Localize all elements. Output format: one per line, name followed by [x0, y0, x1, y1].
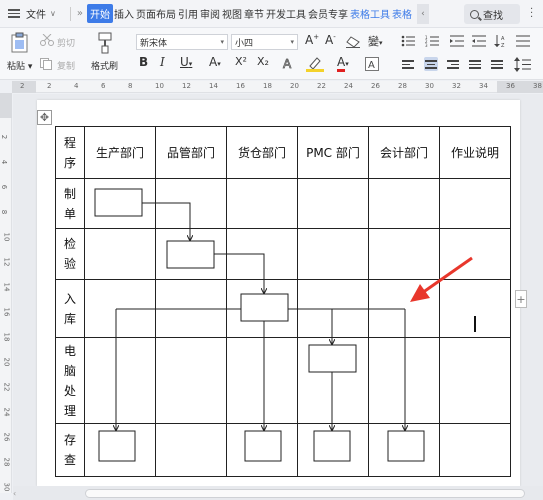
process-box-pmc-process[interactable]: [308, 344, 357, 373]
connector-inspect-to-stock: [214, 253, 264, 293]
file-box-pmc[interactable]: [313, 430, 351, 462]
add-column-button[interactable]: +: [515, 290, 527, 308]
connector-create-to-inspect: [142, 202, 190, 240]
text-cursor: [474, 316, 476, 332]
file-box-accounting[interactable]: [387, 430, 425, 462]
flow-boxes: [94, 188, 425, 462]
file-box-production[interactable]: [98, 430, 136, 462]
process-box-inspect[interactable]: [166, 240, 215, 269]
flowchart-overlay: [94, 188, 473, 462]
process-box-create[interactable]: [94, 188, 143, 217]
process-box-stock-in[interactable]: [240, 293, 289, 322]
file-box-warehouse[interactable]: [244, 430, 282, 462]
scrollbar-thumb[interactable]: [85, 489, 525, 498]
red-arrow-icon: [410, 256, 473, 302]
horizontal-scrollbar[interactable]: ‹: [13, 486, 543, 500]
scroll-left-icon[interactable]: ‹: [13, 489, 79, 498]
